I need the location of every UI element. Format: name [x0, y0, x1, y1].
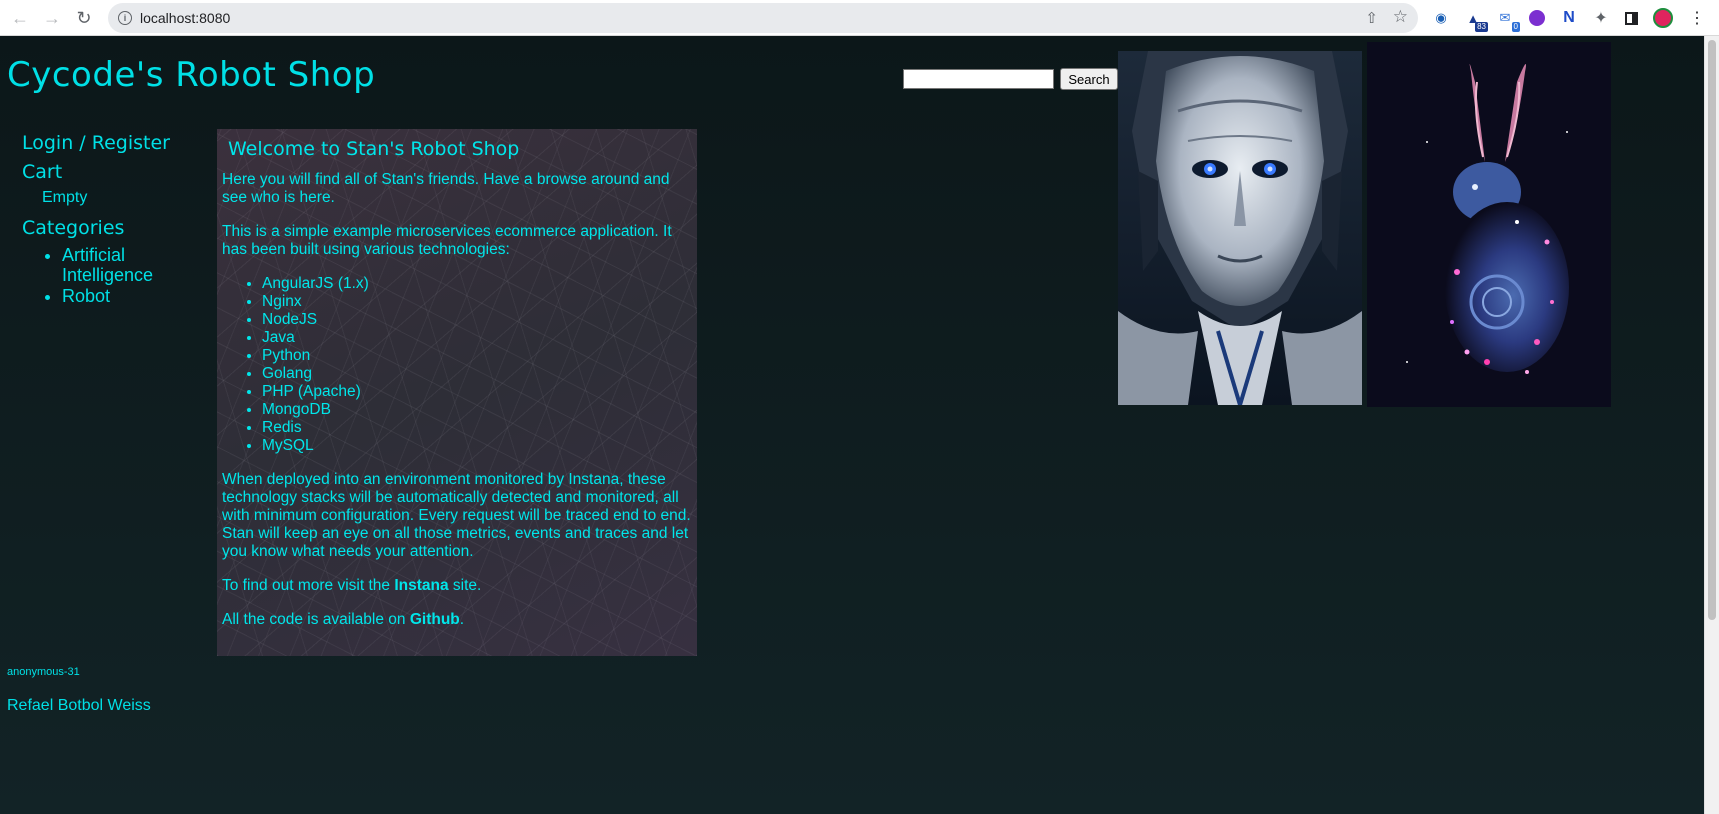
category-item-robot[interactable]: Robot — [62, 286, 202, 306]
tech-intro: This is a simple example microservices e… — [222, 223, 672, 258]
user-id: anonymous-31 — [7, 666, 80, 678]
url-text[interactable]: localhost:8080 — [140, 10, 230, 26]
extension-n-icon[interactable]: N — [1558, 7, 1580, 29]
share-icon[interactable]: ⇧ — [1365, 9, 1378, 27]
browser-menu-icon[interactable]: ⋮ — [1686, 7, 1708, 29]
code-available: All the code is available on Github. — [222, 611, 692, 629]
back-arrow-icon[interactable]: ← — [8, 6, 32, 30]
cosmic-rabbit-image — [1367, 42, 1611, 407]
extension-badge: 0 — [1511, 22, 1520, 32]
side-panel-icon[interactable] — [1620, 7, 1642, 29]
list-item: AngularJS (1.x) — [262, 275, 692, 293]
find-out-suffix: site. — [448, 577, 482, 594]
monitoring-text: When deployed into an environment monito… — [222, 471, 691, 560]
list-item: Java — [262, 329, 692, 347]
cart-status: Empty — [42, 189, 88, 206]
extension-mail-icon[interactable]: ✉ 0 — [1494, 7, 1520, 32]
search-input[interactable] — [903, 69, 1054, 89]
list-item: MySQL — [262, 437, 692, 455]
robot-head-image — [1118, 51, 1362, 405]
github-link[interactable]: Github — [410, 611, 460, 628]
page-scrollbar[interactable] — [1704, 36, 1719, 814]
address-bar[interactable]: i localhost:8080 ⇧ ☆ — [108, 3, 1418, 33]
list-item: PHP (Apache) — [262, 383, 692, 401]
find-out-more: To find out more visit the Instana site. — [222, 577, 692, 595]
extension-globe-icon[interactable]: ◉ — [1430, 7, 1452, 29]
sidebar: Login / Register Cart Empty Categories A… — [22, 131, 202, 307]
author-name: Refael Botbol Weiss — [7, 697, 151, 714]
cosmic-rabbit-illustration — [1367, 42, 1611, 407]
welcome-intro: Here you will find all of Stan's friends… — [222, 171, 670, 206]
welcome-panel: Welcome to Stan's Robot Shop Here you wi… — [217, 129, 697, 656]
shop-title[interactable]: Cycode's Robot Shop — [7, 55, 375, 95]
list-item: Golang — [262, 365, 692, 383]
list-item: MongoDB — [262, 401, 692, 419]
extension-badge: 83 — [1475, 22, 1488, 32]
reload-icon[interactable]: ↻ — [72, 6, 96, 30]
category-item-ai[interactable]: Artificial Intelligence — [62, 245, 202, 285]
list-item: NodeJS — [262, 311, 692, 329]
categories-heading: Categories — [22, 217, 125, 239]
code-suffix: . — [459, 611, 465, 628]
search-button[interactable]: Search — [1060, 68, 1118, 90]
extensions-puzzle-icon[interactable]: ✦ — [1590, 7, 1612, 29]
instana-link[interactable]: Instana — [394, 577, 448, 594]
scrollbar-thumb[interactable] — [1708, 40, 1716, 620]
find-out-prefix: To find out more visit the — [222, 577, 395, 594]
category-list: Artificial Intelligence Robot — [62, 245, 202, 306]
bookmark-star-icon[interactable]: ☆ — [1393, 7, 1408, 27]
technology-list: AngularJS (1.x) Nginx NodeJS Java Python… — [262, 275, 692, 455]
cart-link[interactable]: Cart — [22, 160, 202, 184]
browser-toolbar: ← → ↻ i localhost:8080 ⇧ ☆ ◉ ▲ 83 ✉ 0 N ✦ … — [0, 0, 1719, 36]
login-register-link[interactable]: Login / Register — [22, 131, 202, 155]
robot-head-illustration — [1118, 51, 1362, 405]
page-content: Cycode's Robot Shop Search Login / Regis… — [0, 36, 1704, 814]
code-prefix: All the code is available on — [222, 611, 410, 628]
welcome-heading: Welcome to Stan's Robot Shop — [228, 138, 520, 160]
profile-avatar-icon[interactable] — [1652, 7, 1674, 29]
extension-purple-icon[interactable] — [1526, 7, 1548, 29]
extension-drive-icon[interactable]: ▲ 83 — [1462, 7, 1488, 32]
info-icon[interactable]: i — [118, 11, 132, 25]
list-item: Nginx — [262, 293, 692, 311]
list-item: Python — [262, 347, 692, 365]
list-item: Redis — [262, 419, 692, 437]
forward-arrow-icon[interactable]: → — [40, 6, 64, 30]
